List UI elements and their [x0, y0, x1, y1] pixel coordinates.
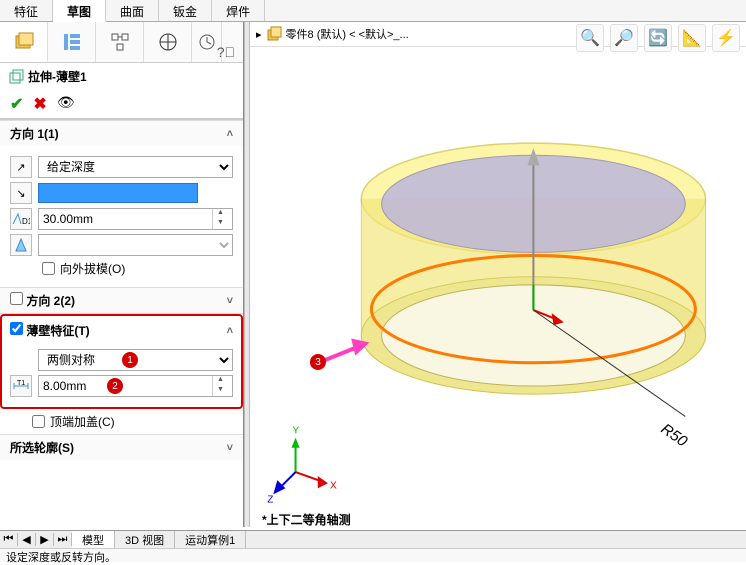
draft-icon[interactable] — [10, 234, 32, 256]
contours-title: 所选轮廓(S) — [10, 439, 74, 456]
tab-motion[interactable]: 运动算例1 — [175, 531, 246, 549]
model-view[interactable]: R50 Y X Z — [250, 52, 746, 528]
help-icon[interactable]: ?⃝ — [217, 44, 235, 60]
direction2-enable-checkbox[interactable] — [10, 292, 23, 305]
section-contours: 所选轮廓(S) ˅ — [0, 434, 243, 460]
end-condition-select[interactable]: 给定深度 — [38, 156, 233, 178]
thickness-icon: T1 — [10, 375, 32, 397]
depth-spinner[interactable]: ▲▼ — [212, 209, 228, 229]
depth-icon: D1 — [10, 208, 32, 230]
view-toolbar: 🔍 🔎 🔄 📐 ⚡ — [576, 24, 740, 52]
tab-weldment[interactable]: 焊件 — [212, 0, 265, 21]
display-style-icon[interactable]: ⚡ — [712, 24, 740, 52]
draft-select[interactable] — [38, 234, 233, 256]
draft-outward-checkbox[interactable] — [42, 262, 55, 275]
svg-text:T1: T1 — [17, 380, 25, 387]
property-manager: ?⃝ 拉伸-薄壁1 ✔ ✖ 👁 方向 1(1) ˄ ↗ 给定深度 — [0, 22, 244, 527]
extrude-icon — [8, 69, 24, 85]
reverse-direction-icon[interactable]: ↗ — [10, 156, 32, 178]
svg-text:Y: Y — [293, 426, 300, 437]
thickness-input[interactable]: 2 ▲▼ — [38, 375, 233, 397]
chevron-up-icon: ˄ — [227, 128, 233, 140]
tab-first[interactable]: ⏮ — [0, 533, 18, 546]
radius-dim: R50 — [658, 420, 691, 450]
svg-text:Z: Z — [267, 494, 273, 505]
thickness-spinner[interactable]: ▲▼ — [212, 376, 228, 396]
expand-tree-icon[interactable]: ▸ — [256, 28, 262, 41]
thin-header[interactable]: 薄壁特征(T) ˄ — [10, 322, 233, 345]
chevron-up-icon: ˄ — [227, 325, 233, 337]
depth-input[interactable]: ▲▼ — [38, 208, 233, 230]
highlight-box: 薄壁特征(T) ˄ 两侧对称 1 T1 2 ▲▼ — [0, 314, 243, 409]
feature-title: 拉伸-薄壁1 — [28, 68, 87, 85]
thin-title: 薄壁特征(T) — [26, 324, 89, 338]
command-manager-tabs: 特征 草图 曲面 钣金 焊件 — [0, 0, 746, 22]
tab-sketch[interactable]: 草图 — [53, 0, 106, 22]
feature-title-row: 拉伸-薄壁1 — [0, 63, 243, 90]
cap-ends-checkbox[interactable] — [32, 415, 45, 428]
tab-features[interactable]: 特征 — [0, 0, 53, 21]
direction2-title: 方向 2(2) — [26, 294, 75, 308]
tab-configuration-manager[interactable] — [96, 22, 144, 62]
callout-2: 2 — [107, 378, 123, 394]
breadcrumb-text[interactable]: 零件8 (默认) < <默认>_... — [286, 26, 409, 42]
thickness-value[interactable] — [43, 379, 212, 393]
section-thin-feature: 薄壁特征(T) ˄ 两侧对称 1 T1 2 ▲▼ — [0, 313, 243, 434]
tab-3dview[interactable]: 3D 视图 — [115, 531, 175, 549]
tab-sheetmetal[interactable]: 钣金 — [159, 0, 212, 21]
section-view-icon[interactable]: 📐 — [678, 24, 706, 52]
tab-model[interactable]: 模型 — [72, 531, 115, 549]
zoom-fit-icon[interactable]: 🔍 — [576, 24, 604, 52]
direction1-title: 方向 1(1) — [10, 125, 59, 142]
tab-dimxpert[interactable] — [144, 22, 192, 62]
depth-value[interactable] — [43, 212, 212, 226]
callout-1: 1 — [122, 352, 138, 368]
zoom-area-icon[interactable]: 🔎 — [610, 24, 638, 52]
rotate-icon[interactable]: 🔄 — [644, 24, 672, 52]
preview-toggle[interactable]: 👁 — [57, 94, 75, 114]
direction-reference-icon[interactable]: ↘ — [10, 182, 32, 204]
tab-property-manager[interactable] — [48, 22, 96, 62]
tab-surface[interactable]: 曲面 — [106, 0, 159, 21]
section-direction1: 方向 1(1) ˄ ↗ 给定深度 ↘ D1 — [0, 120, 243, 287]
direction-reference-input[interactable] — [38, 183, 198, 203]
cancel-button[interactable]: ✖ — [33, 94, 46, 114]
contours-header[interactable]: 所选轮廓(S) ˅ — [0, 435, 243, 460]
status-bar: 设定深度或反转方向。 — [0, 548, 746, 562]
direction1-header[interactable]: 方向 1(1) ˄ — [0, 121, 243, 146]
direction2-header[interactable]: 方向 2(2) ˅ — [0, 288, 243, 313]
tab-next[interactable]: ▶ — [36, 533, 54, 546]
bottom-tab-bar: ⏮ ◀ ▶ ⏭ 模型 3D 视图 运动算例1 — [0, 530, 746, 548]
graphics-viewport[interactable]: ▸ 零件8 (默认) < <默认>_... 🔍 🔎 🔄 📐 ⚡ — [250, 22, 746, 527]
svg-text:X: X — [330, 480, 337, 491]
tab-feature-manager[interactable] — [0, 22, 48, 62]
panel-tab-row: ?⃝ — [0, 22, 243, 63]
svg-text:D1: D1 — [22, 217, 30, 226]
cap-ends-label: 顶端加盖(C) — [50, 413, 115, 430]
tab-prev[interactable]: ◀ — [18, 533, 36, 546]
thin-enable-checkbox[interactable] — [10, 322, 23, 335]
tab-last[interactable]: ⏭ — [54, 533, 72, 546]
section-direction2: 方向 2(2) ˅ — [0, 287, 243, 313]
chevron-down-icon: ˅ — [227, 442, 233, 454]
part-icon — [266, 26, 282, 42]
ok-button[interactable]: ✔ — [10, 94, 23, 114]
callout-3: 3 — [310, 354, 326, 370]
accept-row: ✔ ✖ 👁 — [0, 90, 243, 120]
chevron-down-icon: ˅ — [227, 295, 233, 307]
draft-outward-label: 向外拔模(O) — [60, 260, 125, 277]
view-orientation-label: *上下二等角轴测 — [262, 511, 351, 528]
